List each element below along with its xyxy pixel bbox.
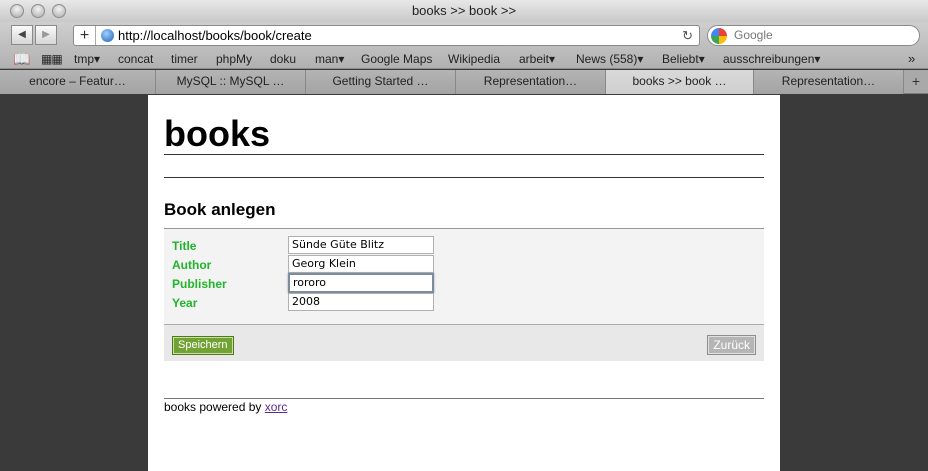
back-link-button[interactable]: Zurück (707, 335, 756, 355)
reload-icon[interactable]: ↻ (682, 26, 693, 45)
zoom-window-button[interactable] (52, 4, 66, 18)
globe-icon (101, 29, 114, 42)
browser-toolbar: ◀ ▶ + http://localhost/books/book/create… (0, 22, 928, 49)
tab-representation-2[interactable]: Representation… (754, 70, 904, 94)
form-title: Book anlegen (164, 200, 276, 219)
title-label: Title (172, 239, 197, 253)
author-input[interactable]: Georg Klein (288, 255, 434, 273)
tab-getting-started[interactable]: Getting Started … (306, 70, 456, 94)
grid-icon[interactable]: ▦▦ (41, 49, 63, 69)
footer-divider (164, 398, 764, 399)
add-bookmark-button[interactable]: + (74, 26, 96, 45)
year-label: Year (172, 296, 198, 310)
bookmark-wikipedia[interactable]: Wikipedia (448, 49, 500, 69)
bookmark-timer[interactable]: timer (171, 49, 198, 69)
url-text[interactable]: http://localhost/books/book/create (118, 26, 312, 45)
footer-link-xorc[interactable]: xorc (265, 400, 288, 414)
section-divider (164, 177, 764, 178)
bookmark-news[interactable]: News (558)▾ (576, 49, 643, 69)
open-book-icon[interactable]: 📖 (13, 49, 30, 69)
bookmark-concat[interactable]: concat (118, 49, 153, 69)
form-actions: Speichern Zurück (164, 324, 764, 361)
footer: books powered by xorc (164, 400, 287, 414)
form-top-divider (164, 228, 764, 229)
forward-arrow-icon: ▶ (42, 29, 50, 40)
footer-text: books powered by (164, 400, 265, 414)
back-button[interactable]: ◀ (11, 25, 33, 45)
title-input[interactable]: Sünde Güte Blitz (288, 236, 434, 254)
tab-encore[interactable]: encore – Featur… (0, 70, 156, 94)
bookmark-arbeit[interactable]: arbeit▾ (519, 49, 555, 69)
tab-bar: encore – Featur… MySQL :: MySQL … Gettin… (0, 70, 928, 94)
search-placeholder: Google (734, 28, 773, 42)
new-tab-plus-icon[interactable]: + (904, 70, 928, 94)
save-button[interactable]: Speichern (172, 336, 234, 355)
bookmarks-bar: 📖 ▦▦ tmp▾ concat timer phpMy doku man▾ G… (0, 49, 928, 69)
tab-mysql[interactable]: MySQL :: MySQL … (156, 70, 306, 94)
bookmark-beliebt[interactable]: Beliebt▾ (662, 49, 705, 69)
site-title: books (164, 113, 271, 154)
tab-representation-1[interactable]: Representation… (456, 70, 606, 94)
minimize-window-button[interactable] (31, 4, 45, 18)
tab-books-active[interactable]: books >> book … (606, 70, 754, 94)
publisher-input[interactable]: rororo (288, 273, 434, 293)
page-content: books Book anlegen Title Sünde Güte Blit… (148, 95, 780, 471)
forward-button[interactable]: ▶ (35, 25, 57, 45)
bookmark-doku[interactable]: doku (270, 49, 296, 69)
search-field[interactable]: Google (707, 25, 920, 46)
publisher-label: Publisher (172, 277, 227, 291)
close-window-button[interactable] (10, 4, 24, 18)
year-input[interactable]: 2008 (288, 293, 434, 311)
title-divider (164, 154, 764, 155)
author-label: Author (172, 258, 212, 272)
bookmark-man[interactable]: man▾ (315, 49, 344, 69)
bookmark-google-maps[interactable]: Google Maps (361, 49, 432, 69)
window-titlebar: books >> book >> (0, 0, 928, 22)
google-logo-icon (711, 28, 727, 44)
bookmark-tmp[interactable]: tmp▾ (74, 49, 100, 69)
window-title: books >> book >> (411, 3, 517, 18)
bookmark-ausschreibungen[interactable]: ausschreibungen▾ (723, 49, 820, 69)
book-form: Title Sünde Güte Blitz Author Georg Klei… (164, 228, 764, 324)
bookmark-phpmy[interactable]: phpMy (216, 49, 252, 69)
back-arrow-icon: ◀ (18, 29, 26, 40)
bookmarks-overflow-icon[interactable]: » (908, 49, 915, 69)
address-bar[interactable]: + http://localhost/books/book/create ↻ (73, 25, 700, 46)
